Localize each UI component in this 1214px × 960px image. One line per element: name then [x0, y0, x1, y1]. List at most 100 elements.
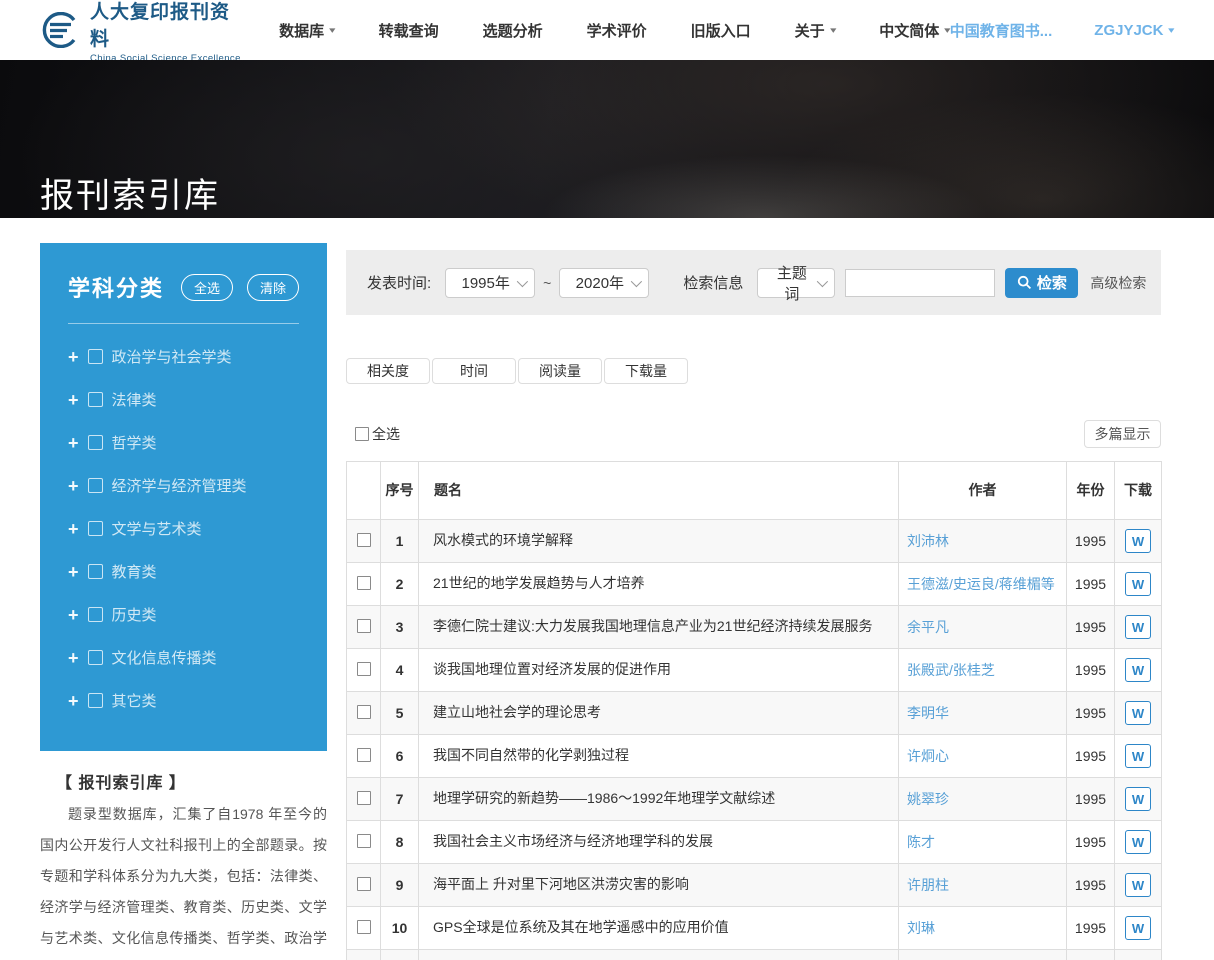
expand-plus-icon[interactable]: +	[68, 436, 79, 450]
expand-plus-icon[interactable]: +	[68, 651, 79, 665]
article-title[interactable]: 海平面上 升对里下河地区洪涝灾害的影响	[419, 864, 899, 907]
sort-button-时间[interactable]: 时间	[432, 358, 516, 384]
row-download-cell: W	[1115, 950, 1162, 960]
category-item[interactable]: +历史类	[68, 604, 299, 625]
category-item[interactable]: +教育类	[68, 561, 299, 582]
article-title[interactable]: 建立山地社会学的理论思考	[419, 692, 899, 735]
year-from-select[interactable]: 1995年	[445, 268, 535, 298]
account-link-ZGJYJCK[interactable]: ZGJYJCK▾	[1094, 20, 1174, 41]
download-w-button[interactable]: W	[1125, 658, 1151, 682]
select-all-categories-button[interactable]: 全选	[181, 274, 233, 301]
sort-button-阅读量[interactable]: 阅读量	[518, 358, 602, 384]
row-checkbox[interactable]	[357, 576, 371, 590]
article-title[interactable]: 地理学研究的新趋势——1986～1992年地理学文献综述	[419, 778, 899, 821]
download-w-button[interactable]: W	[1125, 529, 1151, 553]
row-checkbox[interactable]	[357, 920, 371, 934]
article-title[interactable]: 21世纪的地学发展趋势与人才培养	[419, 563, 899, 606]
article-title[interactable]: 风水模式的环境学解释	[419, 520, 899, 563]
advanced-search-link[interactable]: 高级检索	[1090, 273, 1146, 293]
category-item[interactable]: +文化信息传播类	[68, 647, 299, 668]
article-title[interactable]: 谈我国地理位置对经济发展的促进作用	[419, 649, 899, 692]
year-to-select[interactable]: 2020年	[559, 268, 649, 298]
download-w-button[interactable]: W	[1125, 615, 1151, 639]
category-checkbox[interactable]	[88, 349, 103, 364]
select-all-checkbox[interactable]	[355, 427, 369, 441]
download-w-button[interactable]: W	[1125, 744, 1151, 768]
author-link[interactable]: 王德滋/史运良/蒋维楣等	[907, 576, 1055, 592]
search-field-select[interactable]: 主题词	[757, 268, 835, 298]
category-checkbox[interactable]	[88, 392, 103, 407]
category-item[interactable]: +其它类	[68, 690, 299, 711]
select-all-results[interactable]: 全选	[355, 424, 400, 444]
category-checkbox[interactable]	[88, 478, 103, 493]
expand-plus-icon[interactable]: +	[68, 393, 79, 407]
category-checkbox[interactable]	[88, 607, 103, 622]
nav-item-学术评价[interactable]: 学术评价	[587, 20, 647, 41]
download-w-button[interactable]: W	[1125, 873, 1151, 897]
expand-plus-icon[interactable]: +	[68, 522, 79, 536]
category-checkbox[interactable]	[88, 435, 103, 450]
nav-item-中文简体[interactable]: 中文简体▾	[879, 20, 950, 41]
logo-icon	[38, 12, 80, 48]
download-w-button[interactable]: W	[1125, 916, 1151, 940]
row-download-cell: W	[1115, 692, 1162, 735]
search-input[interactable]	[845, 269, 995, 297]
account-link-中国教育图书...[interactable]: 中国教育图书...	[950, 20, 1053, 41]
row-year: 1995	[1067, 606, 1115, 649]
category-item[interactable]: +政治学与社会学类	[68, 346, 299, 367]
author-link[interactable]: 姚翠珍	[907, 791, 949, 807]
expand-plus-icon[interactable]: +	[68, 694, 79, 708]
author-link[interactable]: 刘琳	[907, 920, 935, 936]
clear-categories-button[interactable]: 清除	[247, 274, 299, 301]
nav-item-数据库[interactable]: 数据库▾	[279, 20, 335, 41]
sort-button-下载量[interactable]: 下载量	[604, 358, 688, 384]
category-checkbox[interactable]	[88, 650, 103, 665]
results-table: 序号 题名 作者 年份 下载 1风水模式的环境学解释刘沛林1995W221世纪的…	[346, 461, 1162, 960]
row-index: 10	[381, 907, 419, 950]
article-title[interactable]: 我国社会主义市场经济与经济地理学科的发展	[419, 821, 899, 864]
nav-item-转载查询[interactable]: 转载查询	[379, 20, 439, 41]
row-checkbox[interactable]	[357, 533, 371, 547]
article-title[interactable]: GPS全球是位系统及其在地学遥感中的应用价值	[419, 907, 899, 950]
category-item[interactable]: +经济学与经济管理类	[68, 475, 299, 496]
category-item[interactable]: +文学与艺术类	[68, 518, 299, 539]
table-row: 5建立山地社会学的理论思考李明华1995W	[347, 692, 1162, 735]
expand-plus-icon[interactable]: +	[68, 350, 79, 364]
nav-item-选题分析[interactable]: 选题分析	[483, 20, 543, 41]
row-checkbox[interactable]	[357, 791, 371, 805]
expand-plus-icon[interactable]: +	[68, 565, 79, 579]
row-checkbox[interactable]	[357, 705, 371, 719]
row-checkbox[interactable]	[357, 619, 371, 633]
expand-plus-icon[interactable]: +	[68, 479, 79, 493]
site-logo[interactable]: 人大复印报刊资料 China Social Science Excellence	[38, 0, 245, 64]
multi-display-button[interactable]: 多篇显示	[1084, 420, 1161, 448]
expand-plus-icon[interactable]: +	[68, 608, 79, 622]
nav-item-旧版入口[interactable]: 旧版入口	[691, 20, 751, 41]
category-checkbox[interactable]	[88, 521, 103, 536]
category-checkbox[interactable]	[88, 564, 103, 579]
download-w-button[interactable]: W	[1125, 572, 1151, 596]
download-w-button[interactable]: W	[1125, 701, 1151, 725]
download-w-button[interactable]: W	[1125, 787, 1151, 811]
download-w-button[interactable]: W	[1125, 830, 1151, 854]
author-link[interactable]: 刘沛林	[907, 533, 949, 549]
author-link[interactable]: 余平凡	[907, 619, 949, 635]
category-item[interactable]: +法律类	[68, 389, 299, 410]
author-link[interactable]: 许朋柱	[907, 877, 949, 893]
category-item[interactable]: +哲学类	[68, 432, 299, 453]
article-title[interactable]: 我国不同自然带的化学剥独过程	[419, 735, 899, 778]
article-title[interactable]: 中国东北高纬区综合自然区划界限探讨——兼议综合自然区划的原则和方法	[419, 950, 899, 960]
row-checkbox[interactable]	[357, 748, 371, 762]
nav-item-关于[interactable]: 关于▾	[795, 20, 836, 41]
row-checkbox[interactable]	[357, 877, 371, 891]
author-link[interactable]: 陈才	[907, 834, 935, 850]
author-link[interactable]: 张殿武/张桂芝	[907, 662, 995, 678]
row-checkbox[interactable]	[357, 834, 371, 848]
category-checkbox[interactable]	[88, 693, 103, 708]
author-link[interactable]: 李明华	[907, 705, 949, 721]
search-button[interactable]: 检索	[1005, 268, 1078, 298]
sort-button-相关度[interactable]: 相关度	[346, 358, 430, 384]
author-link[interactable]: 许炯心	[907, 748, 949, 764]
row-checkbox[interactable]	[357, 662, 371, 676]
article-title[interactable]: 李德仁院士建议:大力发展我国地理信息产业为21世纪经济持续发展服务	[419, 606, 899, 649]
